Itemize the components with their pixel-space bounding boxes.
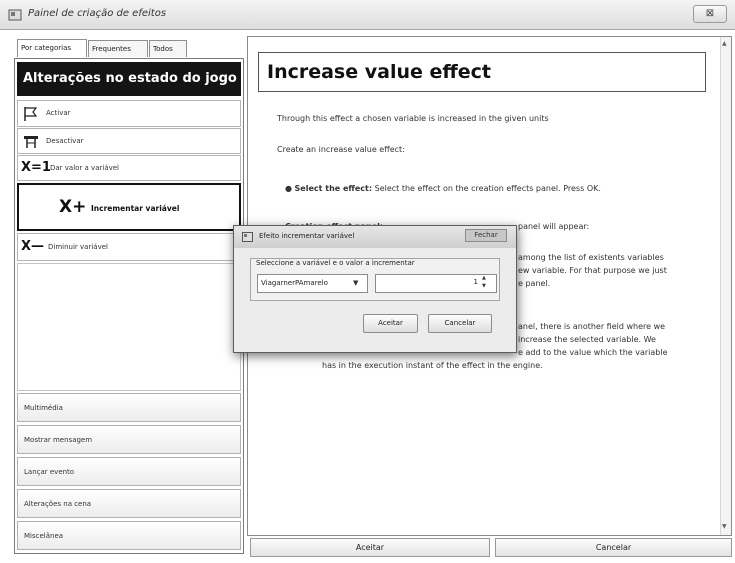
increment-value-spinner[interactable] (375, 274, 497, 293)
help-text-fragment: anel, there is another field where we (518, 322, 666, 331)
tab-todos[interactable]: Todos (149, 40, 187, 57)
chevron-down-icon[interactable]: ▼ (353, 279, 358, 287)
help-text-fragment: ew variable. For that purpose we just (518, 266, 667, 275)
help-text-fragment: increase the selected variable. We (518, 335, 656, 344)
dialog-app-icon (242, 232, 253, 242)
category-header[interactable]: Alterações no estado do jogo (17, 62, 241, 96)
tab-por-categorias[interactable]: Por categorias (17, 39, 87, 57)
bullet-text: Select the effect on the creation effect… (372, 184, 601, 193)
help-text-fragment: e add to the value which the variable (518, 348, 668, 357)
scroll-down-icon[interactable]: ▼ (722, 523, 727, 530)
effect-item-label: Incrementar variável (91, 204, 180, 213)
assign-variable-icon: X=1 (21, 160, 51, 175)
effect-item-label: Diminuir variável (48, 243, 108, 251)
effect-item-diminuir[interactable]: X— Diminuir variável (17, 233, 241, 261)
bullet-heading: Select the effect: (294, 184, 373, 193)
help-text-fragment: has in the execution instant of the effe… (322, 361, 543, 370)
category-multimedia[interactable]: Multimédia (17, 393, 241, 422)
category-alteracoes-cena[interactable]: Alterações na cena (17, 489, 241, 518)
dialog-accept-button[interactable]: Aceitar (363, 314, 418, 333)
variable-group-label: Seleccione a variável e o valor a increm… (255, 259, 416, 267)
category-lancar-evento[interactable]: Lançar evento (17, 457, 241, 486)
variable-select[interactable]: ViagarnerPAmarelo (257, 274, 368, 293)
app-icon (8, 9, 22, 21)
dialog-cancel-button[interactable]: Cancelar (428, 314, 492, 333)
increment-value: 1 (473, 278, 478, 286)
cancel-button[interactable]: Cancelar (495, 538, 732, 557)
spin-down-icon[interactable]: ▼ (482, 283, 486, 289)
effect-item-label: Desactivar (46, 137, 84, 145)
spin-up-icon[interactable]: ▲ (482, 275, 486, 281)
close-window-button[interactable]: ⊠ (693, 5, 727, 23)
dialog-close-button[interactable]: Fechar (465, 229, 507, 242)
effect-item-incrementar[interactable]: X+ Incrementar variável (17, 183, 241, 231)
increment-variable-icon: X+ (59, 197, 87, 217)
help-bullet: ● Select the effect: Select the effect o… (285, 184, 601, 193)
dialog-title: Efeito incrementar variável (259, 232, 355, 240)
help-scrollbar[interactable] (720, 37, 731, 535)
effect-item-label: Dar valor a variável (50, 164, 119, 172)
help-text-fragment: panel will appear: (518, 222, 590, 231)
flag-icon (24, 107, 38, 121)
effect-list-empty-area (17, 263, 241, 391)
help-paragraph: Through this effect a chosen variable is… (277, 114, 549, 123)
effect-item-label: Activar (46, 109, 71, 117)
help-title: Increase value effect (267, 61, 492, 83)
effect-item-desactivar[interactable]: Desactivar (17, 128, 241, 154)
category-mostrar-mensagem[interactable]: Mostrar mensagem (17, 425, 241, 454)
help-paragraph: Create an increase value effect: (277, 145, 405, 154)
category-miscelanea[interactable]: Miscelânea (17, 521, 241, 550)
effect-item-dar-valor[interactable]: X=1 Dar valor a variável (17, 155, 241, 181)
accept-button[interactable]: Aceitar (250, 538, 490, 557)
hanger-icon (24, 136, 38, 148)
bullet-icon: ● (285, 184, 295, 193)
help-text-fragment: among the list of existents variables (518, 253, 664, 262)
window-title: Painel de criação de efeitos (28, 8, 167, 19)
effect-item-activar[interactable]: Activar (17, 100, 241, 127)
decrement-variable-icon: X— (21, 239, 45, 254)
tab-frequentes[interactable]: Frequentes (88, 40, 148, 57)
scroll-up-icon[interactable]: ▲ (722, 40, 727, 47)
help-text-fragment: e panel. (518, 279, 551, 288)
